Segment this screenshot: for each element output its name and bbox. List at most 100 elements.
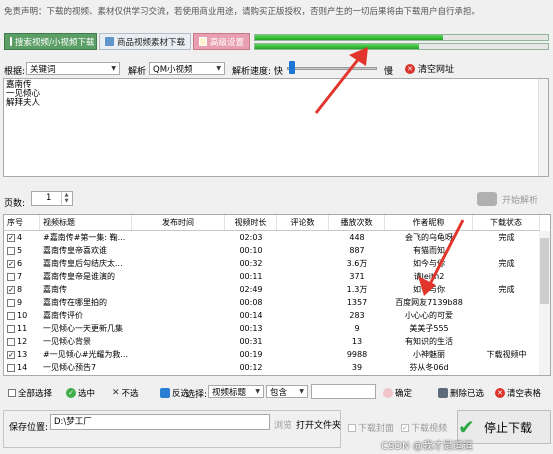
cell-time [132,310,225,322]
cell-duration: 00:14 [239,311,263,320]
cell-status [473,297,540,309]
table-row[interactable]: 10 嘉南传评价 00:14 283 小心心的可爱 [4,310,540,322]
cell-no: 14 [4,362,40,374]
checkbox-icon[interactable] [7,273,15,281]
material-download-button[interactable]: 商品视频素材下载 [99,33,191,50]
checkbox-icon[interactable] [7,247,15,255]
download-video-checkbox[interactable]: ✓ 下载视频 [401,421,447,434]
confirm-button[interactable]: 确定 [383,387,412,399]
checkbox-icon[interactable] [7,364,15,372]
cell-author: 有猫而知 [413,246,445,255]
table-row[interactable]: 14 一见倾心预告7 00:12 39 芬从冬06d [4,362,540,374]
table-row[interactable]: 5 嘉南传皇帝喜欢谁 00:10 887 有猫而知 [4,245,540,257]
cell-author: 有知识的生活 [405,337,453,346]
delete-selected-button[interactable]: 删除已选 [438,387,484,399]
cell-comments [277,245,329,257]
cross-icon: ✕ [112,388,120,398]
start-parse-button[interactable]: 开始解析 [477,190,547,208]
cell-title: #一见倾心#光耀为救... [43,350,129,359]
table-header-row: 序号 视频标题 发布时间 视频时长 评论数 播放次数 作者昵称 下载状态 [4,215,540,231]
cell-title: 嘉南传皇帝喜欢谁 [43,246,107,255]
select-button[interactable]: ✓ 选中 [66,387,95,399]
cell-no: 12 [4,336,40,348]
download-mode-button[interactable]: 搜索视频/小视频下载 [4,33,97,50]
cell-duration: 00:31 [239,337,263,346]
cell-comments [277,349,329,361]
cell-comments [277,323,329,335]
checkbox-checked-icon[interactable]: ✓ [7,234,15,242]
download-cover-checkbox[interactable]: 下载封面 [348,421,394,434]
basis-select[interactable]: 关键词 ▼ [26,62,120,75]
cell-comments [277,362,329,374]
header-author[interactable]: 作者昵称 [385,215,473,230]
cell-title: #嘉南传#第一集: 鞠... [43,233,126,242]
header-title[interactable]: 视频标题 [40,215,132,230]
keyword-textarea[interactable]: 嘉南传 一见倾心 解拜夫人 [3,78,549,177]
table-row[interactable]: ✓ 8 嘉南传 02:49 1.3万 如今与你 完成 [4,284,540,296]
slow-label: 慢 [384,67,394,77]
open-folder-button[interactable]: 打开文件夹 [296,418,341,431]
table-row[interactable]: ✓ 13 #一见倾心#光耀为救... 00:19 9988 小神魅丽 下载视频中 [4,349,540,361]
progress-bar-total [254,34,549,41]
settings-icon [199,37,207,46]
cell-title: 嘉南传皇帝是谁演的 [43,272,115,281]
table-row[interactable]: 12 一见倾心背景 00:31 13 有知识的生活 [4,336,540,348]
checkbox-icon[interactable] [7,312,15,320]
header-no[interactable]: 序号 [4,215,40,230]
deselect-button[interactable]: ✕ 不选 [112,387,139,399]
header-comments[interactable]: 评论数 [277,215,329,230]
advanced-settings-button[interactable]: 高级设置 [193,33,250,50]
keyword-line: 解拜夫人 [6,98,41,108]
header-status[interactable]: 下载状态 [473,215,540,230]
clear-url-label: 清空网址 [418,65,455,75]
cell-author: 如今与你 [413,259,445,268]
platform-select[interactable]: QM小视频 ▼ [149,62,225,75]
cell-no: 10 [4,310,40,322]
checkbox-checked-icon[interactable]: ✓ [7,351,15,359]
checkbox-checked-icon[interactable]: ✓ [7,286,15,294]
table-row[interactable]: 9 嘉南传在哪里拍的 00:08 1357 百度网友7139b88 [4,297,540,309]
cell-title: 一见倾心一天更新几集 [43,324,123,333]
table-row[interactable]: ✓ 4 #嘉南传#第一集: 鞠... 02:03 448 会飞的乌龟呀 完成 [4,232,540,244]
field-select[interactable]: 视频标题 ▼ [208,385,264,398]
cell-time [132,258,225,270]
cell-duration: 00:10 [239,246,263,255]
checkbox-checked-icon: ✓ [401,423,409,432]
cell-duration: 00:13 [239,324,263,333]
clear-table-button[interactable]: ✕ 清空表格 [495,387,541,399]
cell-time [132,336,225,348]
save-path-input[interactable]: D:\梦工厂 [50,414,270,430]
confirm-label: 确定 [395,389,413,399]
chevron-down-icon: ▼ [255,388,260,395]
match-select[interactable]: 包含 ▼ [266,385,308,398]
browse-button[interactable]: 浏览 [274,418,292,431]
table-row[interactable]: 7 嘉南传皇帝是谁演的 00:11 371 请leith2 [4,271,540,283]
select-all-checkbox[interactable]: 全部选择 [8,387,52,399]
keyword-scrollbar[interactable] [538,79,548,176]
checkbox-icon[interactable] [7,325,15,333]
table-row[interactable]: 11 一见倾心一天更新几集 00:13 9 美美子555 [4,323,540,335]
checkbox-icon[interactable] [7,338,15,346]
speed-slider-thumb[interactable] [288,61,295,74]
cell-no: 7 [4,271,40,283]
clear-url-button[interactable]: ✕ 清空网址 [405,62,454,75]
table-row[interactable]: ✓ 6 嘉南传皇后勾结庆太... 00:32 3.6万 如今与你 完成 [4,258,540,270]
checkbox-icon[interactable] [7,299,15,307]
cell-time [132,349,225,361]
table-scrollbar-thumb[interactable] [540,238,549,304]
field-select-value: 视频标题 [212,387,247,398]
header-time[interactable]: 发布时间 [132,215,225,230]
header-plays[interactable]: 播放次数 [329,215,385,230]
cell-time [132,271,225,283]
invert-button[interactable]: 反选 [160,387,189,399]
match-text-input[interactable] [311,384,376,399]
header-duration[interactable]: 视频时长 [225,215,277,230]
progress-fill-current [255,44,420,49]
checkbox-checked-icon[interactable]: ✓ [7,260,15,268]
speed-slider-track[interactable] [287,67,377,70]
cell-status [473,336,540,348]
pages-spinner[interactable]: ▲ ▼ [61,192,71,205]
cell-status: 完成 [498,285,515,294]
download-video-label: 下载视频 [411,424,448,434]
cell-time [132,284,225,296]
